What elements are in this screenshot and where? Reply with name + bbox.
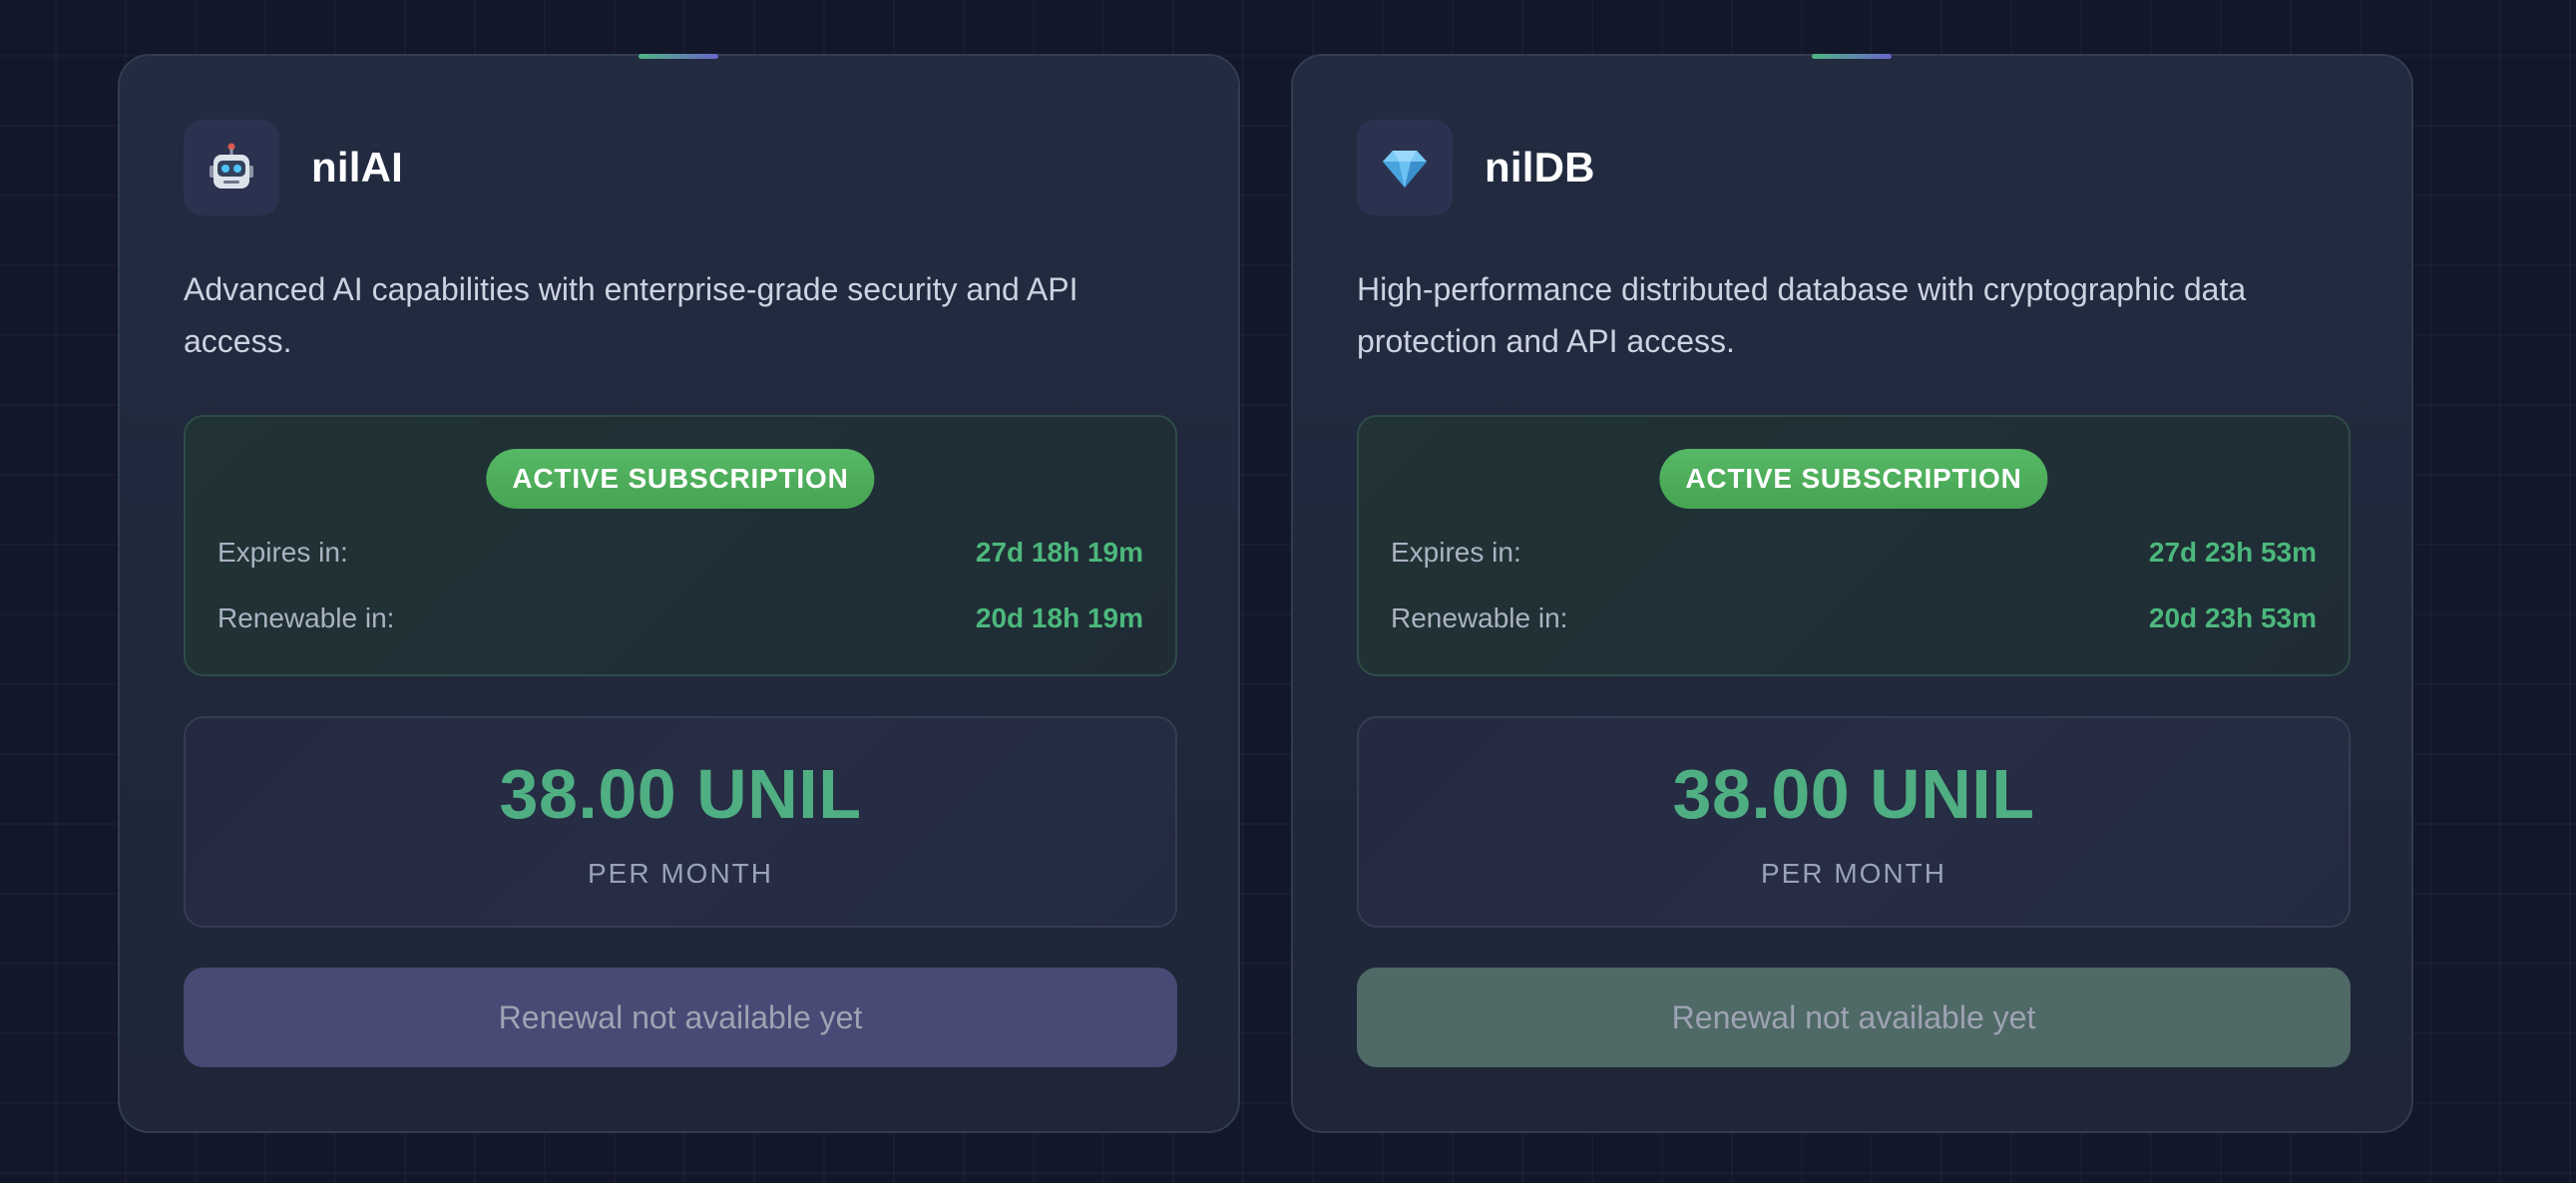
renewable-row: Renewable in: 20d 18h 19m (217, 602, 1143, 634)
service-card-nildb: nilDB High-performance distributed datab… (1291, 54, 2413, 1133)
robot-icon (184, 120, 279, 215)
expires-value: 27d 18h 19m (975, 537, 1143, 568)
service-description: High-performance distributed database wi… (1357, 271, 2247, 359)
expires-label: Expires in: (1391, 537, 1521, 568)
service-description: Advanced AI capabilities with enterprise… (184, 271, 1078, 359)
price-amount: 38.00 UNIL (499, 755, 862, 833)
status-badge: ACTIVE SUBSCRIPTION (1659, 449, 2048, 509)
card-accent-bar (639, 54, 718, 59)
renewable-value: 20d 23h 53m (2148, 602, 2317, 633)
service-title: nilDB (1485, 144, 1595, 191)
expires-row: Expires in: 27d 23h 53m (1391, 537, 2317, 569)
renewable-value: 20d 18h 19m (975, 602, 1143, 633)
expires-value: 27d 23h 53m (2148, 537, 2317, 568)
renew-button[interactable]: Renewal not available yet (1357, 968, 2351, 1067)
subscription-status-panel: ACTIVE SUBSCRIPTION Expires in: 27d 23h … (1357, 415, 2351, 676)
card-header: nilAI (184, 120, 403, 215)
renewable-row: Renewable in: 20d 23h 53m (1391, 602, 2317, 634)
service-card-nilai: nilAI Advanced AI capabilities with ente… (118, 54, 1240, 1133)
expires-label: Expires in: (217, 537, 348, 568)
renew-button[interactable]: Renewal not available yet (184, 968, 1177, 1067)
status-badge: ACTIVE SUBSCRIPTION (486, 449, 875, 509)
renewable-label: Renewable in: (217, 602, 395, 633)
price-amount: 38.00 UNIL (1672, 755, 2035, 833)
service-title: nilAI (311, 144, 403, 191)
price-period: PER MONTH (588, 858, 773, 889)
price-period: PER MONTH (1761, 858, 1946, 889)
card-accent-bar (1812, 54, 1892, 59)
price-panel: 38.00 UNIL PER MONTH (184, 716, 1177, 928)
card-header: nilDB (1357, 120, 1595, 215)
service-cards: nilAI Advanced AI capabilities with ente… (0, 0, 2576, 1183)
price-panel: 38.00 UNIL PER MONTH (1357, 716, 2351, 928)
expires-row: Expires in: 27d 18h 19m (217, 537, 1143, 569)
subscription-status-panel: ACTIVE SUBSCRIPTION Expires in: 27d 18h … (184, 415, 1177, 676)
gem-icon (1357, 120, 1453, 215)
renewable-label: Renewable in: (1391, 602, 1568, 633)
